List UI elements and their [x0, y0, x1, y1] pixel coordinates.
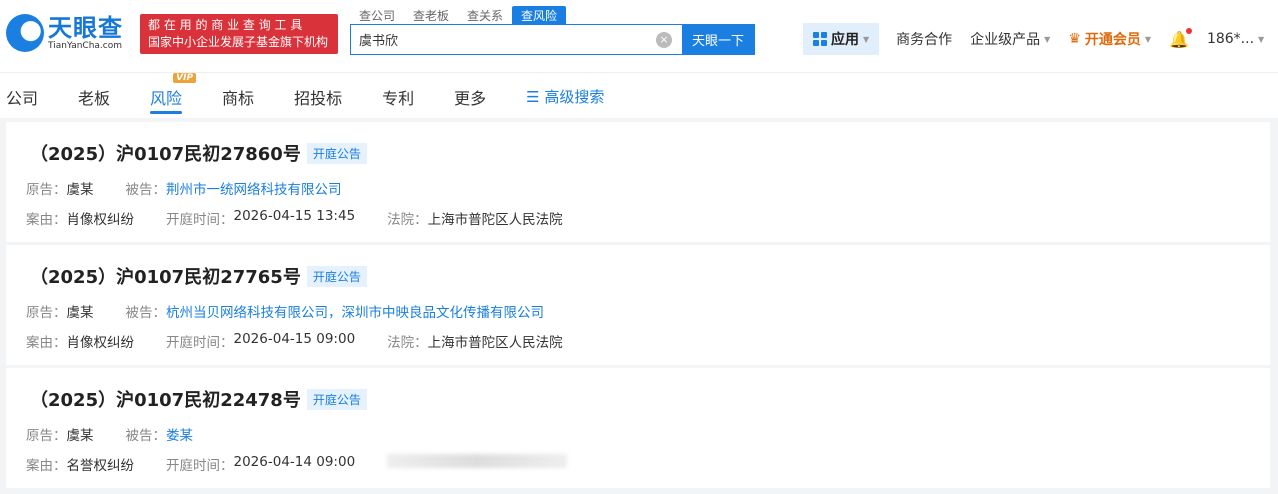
plaintiff-value: 虞某	[66, 182, 94, 198]
case-number[interactable]: （2025）沪0107民初27765号	[30, 263, 301, 289]
cause-value: 肖像权纠纷	[66, 212, 135, 228]
notification-dot	[1185, 27, 1192, 34]
hearing-tag: 开庭公告	[306, 388, 367, 410]
defendant-link[interactable]: 娄某	[166, 424, 193, 444]
tab-risk[interactable]: 查风险	[512, 6, 567, 24]
plaintiff-label: 原告：	[26, 305, 67, 321]
nav-trademark[interactable]: 商标	[222, 73, 254, 118]
hearing-record: （2025）沪0107民初27860号 开庭公告 原告： 虞某 被告： 荆州市一统网络…	[6, 122, 1270, 242]
time-value: 2026-04-14 09:00	[233, 454, 356, 470]
logo-domain: TianYanCha.com	[48, 40, 123, 51]
plaintiff-label: 原告：	[26, 182, 67, 198]
vip-badge: VIP	[173, 73, 197, 83]
time-label: 开庭时间：	[166, 212, 234, 228]
user-label: 186*...	[1206, 31, 1255, 47]
advanced-search-label: 高级搜索	[544, 88, 605, 106]
search-box: × 天眼一下	[350, 24, 755, 55]
plaintiff-value: 虞某	[66, 428, 94, 444]
business-link[interactable]: 商务合作	[887, 29, 961, 49]
search-button[interactable]: 天眼一下	[682, 25, 754, 54]
logo-icon	[6, 14, 44, 52]
court-value: 上海市普陀区人民法院	[427, 335, 563, 351]
nav-more[interactable]: 更多	[454, 73, 486, 118]
bell-icon: 🔔	[1169, 27, 1192, 49]
nav-boss[interactable]: 老板	[78, 73, 110, 118]
clear-icon[interactable]: ×	[656, 32, 672, 48]
defendant-label: 被告：	[125, 182, 167, 198]
defendant-label: 被告：	[125, 305, 167, 321]
app-label: 应用	[831, 32, 859, 48]
category-nav: 公司 老板 风险 VIP 商标 招投标 专利 更多 ☰ 高级搜索	[0, 72, 1278, 118]
nav-risk[interactable]: 风险 VIP	[150, 73, 197, 118]
cause-label: 案由：	[26, 212, 67, 228]
nav-patent[interactable]: 专利	[382, 73, 414, 118]
time-value: 2026-04-15 13:45	[233, 208, 356, 224]
court-value: 上海市普陀区人民法院	[427, 212, 563, 228]
header: 天眼查 TianYanCha.com 都 在 用 的 商 业 查 询 工 具国家中…	[0, 0, 1278, 72]
logo-text: 天眼查	[48, 13, 123, 42]
vip-label: 开通会员	[1084, 32, 1141, 48]
caret-down-icon: ▼	[1044, 34, 1051, 44]
nav-company[interactable]: 公司	[6, 73, 38, 118]
hearing-tag: 开庭公告	[306, 142, 367, 164]
cause-value: 肖像权纠纷	[66, 335, 135, 351]
plaintiff-label: 原告：	[26, 428, 67, 444]
tab-relation[interactable]: 查关系	[458, 6, 512, 24]
slogan-line: 国家中小企业发展子基金旗下机构	[148, 35, 329, 49]
time-label: 开庭时间：	[166, 335, 234, 351]
slogan-line: 都 在 用 的 商 业 查 询 工 具	[148, 18, 303, 32]
blurred-court	[387, 454, 568, 468]
court-label: 法院：	[387, 212, 428, 228]
enterprise-label: 企业级产品	[970, 32, 1041, 48]
defendant-link[interactable]: 杭州当贝网络科技有限公司，深圳市中映良品文化传播有限公司	[166, 301, 544, 321]
right-nav: 应用 ▼ 商务合作 企业级产品 ▼ ♛ 开通会员 ▼ 🔔 186*... ▼	[803, 23, 1273, 55]
cause-label: 案由：	[26, 458, 67, 474]
vip-menu[interactable]: ♛ 开通会员 ▼	[1059, 29, 1160, 49]
search-tabs: 查公司 查老板 查关系 查风险	[350, 6, 567, 24]
app-menu-button[interactable]: 应用 ▼	[803, 23, 880, 55]
advanced-search-icon: ☰	[526, 88, 545, 106]
plaintiff-value: 虞某	[66, 305, 94, 321]
caret-down-icon: ▼	[1144, 34, 1152, 44]
nav-bidding[interactable]: 招投标	[294, 73, 342, 118]
defendant-link[interactable]: 荆州市一统网络科技有限公司	[166, 178, 342, 198]
nav-risk-label: 风险	[150, 89, 183, 108]
advanced-search-link[interactable]: ☰ 高级搜索	[526, 73, 604, 118]
hearing-record: （2025）沪0107民初22478号 开庭公告 原告： 虞某 被告： 娄某 案由：名…	[6, 368, 1270, 488]
cause-value: 名誉权纠纷	[66, 458, 135, 474]
caret-down-icon: ▼	[863, 34, 870, 44]
court-label: 法院：	[387, 335, 428, 351]
logo[interactable]: 天眼查 TianYanCha.com	[6, 14, 123, 52]
hearing-tag: 开庭公告	[306, 265, 367, 287]
enterprise-menu[interactable]: 企业级产品 ▼	[961, 29, 1059, 49]
case-number[interactable]: （2025）沪0107民初27860号	[30, 140, 301, 166]
hearing-record: （2025）沪0107民初27765号 开庭公告 原告： 虞某 被告： 杭州当贝网络科…	[6, 245, 1270, 365]
defendant-label: 被告：	[125, 428, 167, 444]
tab-boss[interactable]: 查老板	[404, 6, 458, 24]
time-label: 开庭时间：	[166, 458, 234, 474]
time-value: 2026-04-15 09:00	[233, 331, 356, 347]
apps-grid-icon	[813, 32, 827, 46]
tab-company[interactable]: 查公司	[350, 6, 404, 24]
user-menu[interactable]: 186*... ▼	[1198, 31, 1273, 47]
crown-icon: ♛	[1068, 31, 1081, 47]
case-number[interactable]: （2025）沪0107民初22478号	[30, 386, 301, 412]
caret-down-icon: ▼	[1258, 34, 1265, 44]
cause-label: 案由：	[26, 335, 67, 351]
notifications-button[interactable]: 🔔	[1160, 27, 1198, 49]
slogan-banner[interactable]: 都 在 用 的 商 业 查 询 工 具国家中小企业发展子基金旗下机构	[140, 14, 338, 54]
search-input[interactable]	[351, 25, 646, 54]
